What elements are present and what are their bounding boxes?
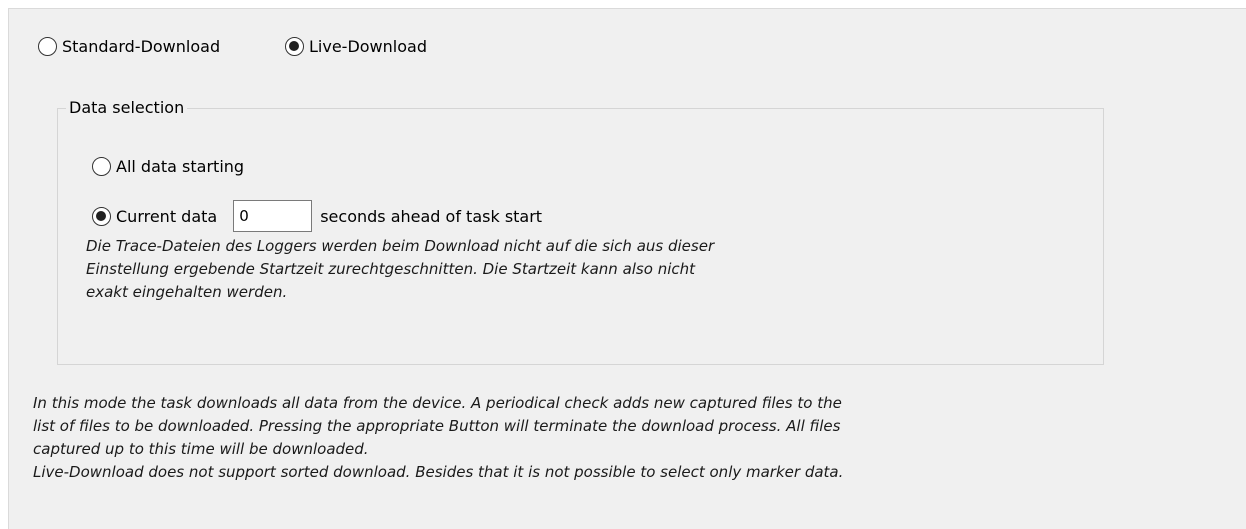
mode-description-line: captured up to this time will be downloa… bbox=[33, 440, 369, 458]
all-data-label: All data starting bbox=[116, 157, 245, 176]
live-download-radio-icon[interactable] bbox=[285, 37, 304, 56]
trace-note-line: Die Trace-Dateien des Loggers werden bei… bbox=[86, 237, 715, 255]
trace-note-line: Einstellung ergebende Startzeit zurechtg… bbox=[86, 260, 696, 278]
data-selection-title: Data selection bbox=[66, 98, 188, 117]
live-download-option[interactable]: Live-Download bbox=[285, 37, 427, 56]
seconds-ahead-input[interactable] bbox=[233, 200, 313, 232]
current-data-label: Current data bbox=[116, 206, 218, 226]
standard-download-label: Standard-Download bbox=[62, 37, 221, 56]
all-data-starting-option[interactable]: All data starting bbox=[92, 157, 244, 176]
trace-note-line: exakt eingehalten werden. bbox=[86, 283, 288, 301]
mode-description: In this mode the task downloads all data… bbox=[33, 392, 843, 484]
current-data-radio-icon[interactable] bbox=[92, 206, 111, 226]
all-data-radio-icon[interactable] bbox=[92, 157, 111, 176]
seconds-ahead-label: seconds ahead of task start bbox=[320, 206, 543, 226]
live-download-label: Live-Download bbox=[309, 37, 427, 56]
mode-description-line: list of files to be downloaded. Pressing… bbox=[33, 417, 841, 435]
mode-description-line: In this mode the task downloads all data… bbox=[33, 394, 842, 412]
standard-download-radio-icon[interactable] bbox=[38, 37, 57, 56]
mode-description-line: Live-Download does not support sorted do… bbox=[33, 463, 844, 481]
standard-download-option[interactable]: Standard-Download bbox=[38, 37, 220, 56]
trace-note: Die Trace-Dateien des Loggers werden bei… bbox=[86, 235, 714, 304]
current-data-option[interactable]: Current data seconds ahead of task start bbox=[92, 200, 542, 232]
